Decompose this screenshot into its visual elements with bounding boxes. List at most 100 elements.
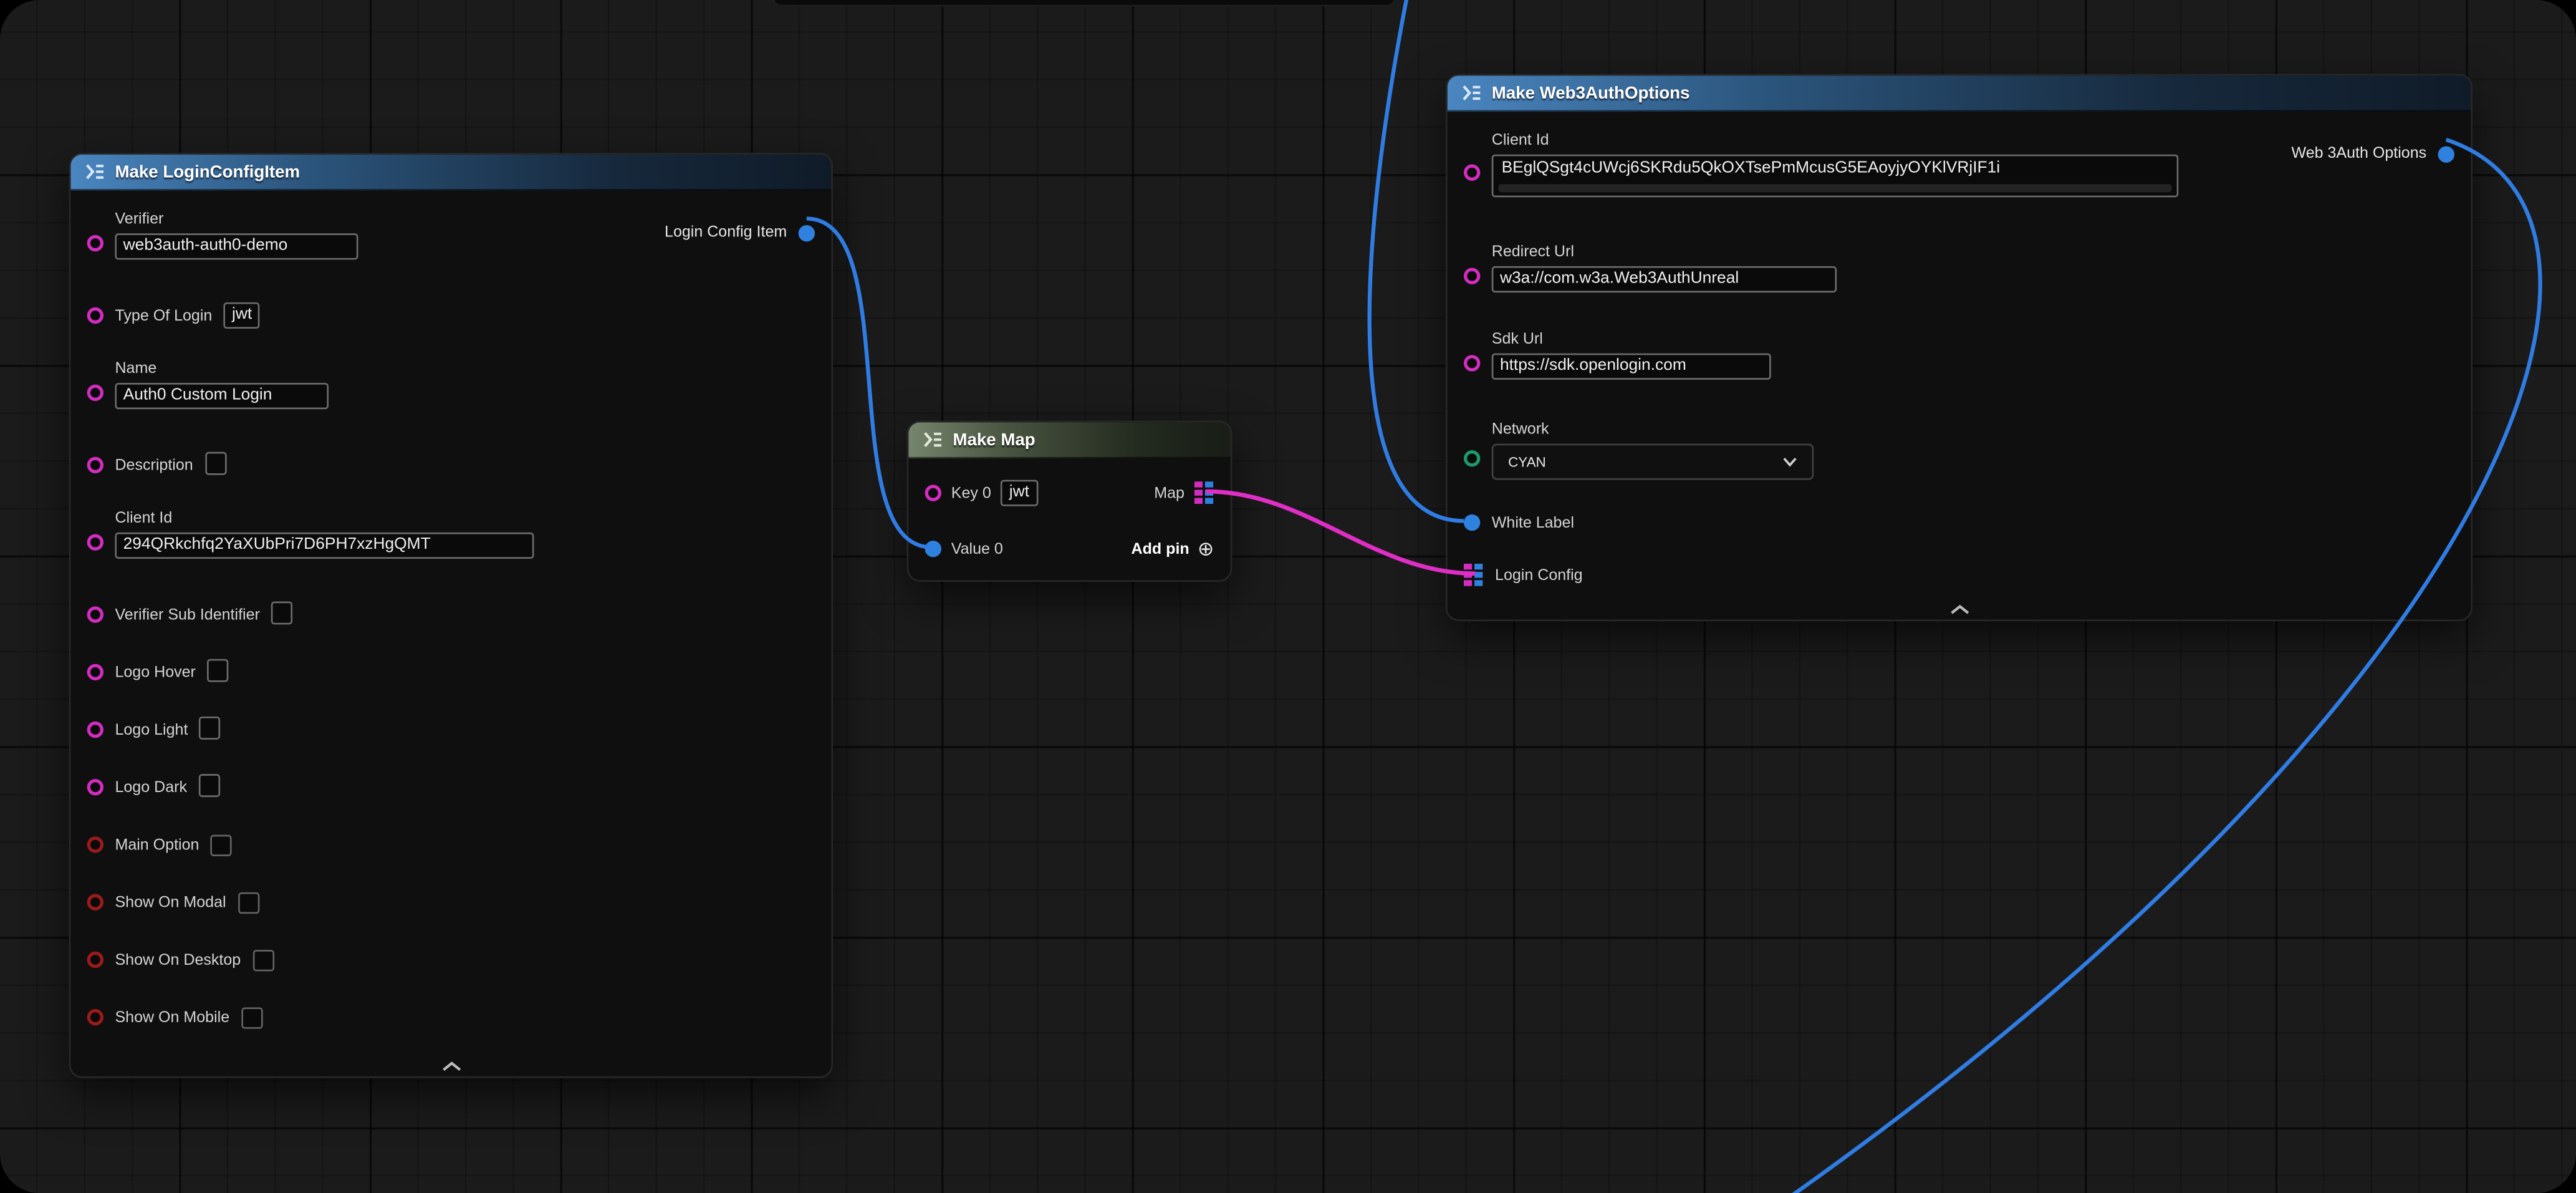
logo-hover-input[interactable] bbox=[207, 659, 228, 682]
function-node-icon bbox=[85, 163, 105, 181]
pin-logo-dark[interactable] bbox=[87, 779, 103, 795]
field-label: Client Id bbox=[1492, 132, 2179, 150]
node-title: Make Web3AuthOptions bbox=[1492, 83, 1690, 103]
pin-row-main-option: Main Option bbox=[87, 831, 812, 857]
pin-row-sdk-url: Sdk Url https://sdk.openlogin.com bbox=[1464, 331, 2451, 380]
pin-row-key0-map: Key 0 jwt Map bbox=[925, 478, 1214, 508]
field-label: Client Id bbox=[115, 510, 534, 528]
pin-login-config-item-output[interactable] bbox=[799, 225, 815, 241]
verifier-sub-identifier-input[interactable] bbox=[271, 601, 292, 624]
chevron-down-icon bbox=[1782, 457, 1797, 467]
pin-show-on-modal[interactable] bbox=[87, 894, 103, 910]
node-title: Make LoginConfigItem bbox=[115, 162, 300, 182]
pin-row-show-on-modal: Show On Modal bbox=[87, 889, 812, 915]
pin-row-logo-hover: Logo Hover bbox=[87, 659, 812, 685]
offscreen-node-edge[interactable] bbox=[772, 0, 1396, 7]
client-id-input[interactable]: BEglQSgt4cUWcj6SKRdu5QkOXTsePmMcusG5EAoy… bbox=[1492, 155, 2179, 198]
field-label: Show On Mobile bbox=[115, 1008, 229, 1026]
description-input[interactable] bbox=[204, 452, 226, 475]
logo-dark-input[interactable] bbox=[198, 774, 219, 797]
pin-web3auth-options-output[interactable] bbox=[2438, 145, 2454, 162]
pin-description[interactable] bbox=[87, 457, 103, 473]
node-make-map[interactable]: Make Map Key 0 jwt Map bbox=[907, 421, 1233, 582]
pin-row-logo-dark: Logo Dark bbox=[87, 774, 812, 800]
field-label: Value 0 bbox=[951, 540, 1003, 558]
pin-row-login-config: Login Config bbox=[1464, 562, 2451, 588]
pin-main-option[interactable] bbox=[87, 836, 103, 852]
chevron-up-icon bbox=[1949, 605, 1969, 615]
pin-row-white-label: White Label bbox=[1464, 510, 2451, 536]
node-title-bar[interactable]: Make Map bbox=[908, 422, 1230, 458]
show-on-modal-checkbox[interactable] bbox=[238, 892, 259, 913]
pin-network[interactable] bbox=[1464, 450, 1480, 466]
node-title: Make Map bbox=[953, 430, 1035, 450]
pin-row-logo-light: Logo Light bbox=[87, 717, 812, 743]
pin-white-label[interactable] bbox=[1464, 514, 1480, 531]
add-pin-plus-icon: ⊕ bbox=[1198, 541, 1214, 557]
pin-row-client-id: Client Id BEglQSgt4cUWcj6SKRdu5QkOXTsePm… bbox=[1464, 132, 2451, 197]
pin-show-on-mobile[interactable] bbox=[87, 1009, 103, 1025]
pin-client-id[interactable] bbox=[87, 534, 103, 550]
pin-row-type-of-login: Type Of Login jwt bbox=[87, 302, 812, 329]
redirect-url-input[interactable]: w3a://com.w3a.Web3AuthUnreal bbox=[1492, 266, 1837, 292]
client-id-text: BEglQSgt4cUWcj6SKRdu5QkOXTsePmMcusG5EAoy… bbox=[1502, 160, 2001, 178]
node-make-web3authoptions[interactable]: Make Web3AuthOptions Web 3Auth Options C… bbox=[1446, 74, 2473, 622]
pin-row-name: Name Auth0 Custom Login bbox=[87, 360, 812, 409]
output-row-web3auth-options: Web 3Auth Options bbox=[2292, 145, 2454, 163]
sdk-url-input[interactable]: https://sdk.openlogin.com bbox=[1492, 354, 1771, 380]
field-label: Name bbox=[115, 360, 329, 378]
name-input[interactable]: Auth0 Custom Login bbox=[115, 383, 329, 409]
pin-logo-hover[interactable] bbox=[87, 664, 103, 680]
key0-input[interactable]: jwt bbox=[1001, 480, 1038, 506]
node-make-loginconfigitem[interactable]: Make LoginConfigItem Login Config Item V… bbox=[69, 153, 833, 1078]
logo-light-input[interactable] bbox=[199, 717, 221, 740]
add-pin-button[interactable]: Add pin ⊕ bbox=[1132, 540, 1214, 558]
show-on-desktop-checkbox[interactable] bbox=[252, 949, 274, 970]
type-of-login-input[interactable]: jwt bbox=[224, 302, 261, 329]
pin-logo-light[interactable] bbox=[87, 722, 103, 738]
field-label: White Label bbox=[1492, 514, 1574, 532]
field-label: Verifier Sub Identifier bbox=[115, 606, 259, 624]
pin-name[interactable] bbox=[87, 385, 103, 401]
field-label: Redirect Url bbox=[1492, 243, 1837, 261]
wire-map-to-login-config[interactable] bbox=[1206, 491, 1475, 574]
pin-row-network: Network CYAN bbox=[1464, 421, 2451, 480]
output-pin-label: Web 3Auth Options bbox=[2292, 145, 2427, 163]
function-node-icon bbox=[1462, 84, 1482, 102]
node-title-bar[interactable]: Make LoginConfigItem bbox=[70, 155, 831, 191]
field-label: Description bbox=[115, 456, 193, 474]
collapse-node-button[interactable] bbox=[1949, 605, 1969, 615]
verifier-input[interactable]: web3auth-auth0-demo bbox=[115, 233, 358, 259]
graph-canvas[interactable]: Make LoginConfigItem Login Config Item V… bbox=[0, 0, 2576, 1193]
pin-type-of-login[interactable] bbox=[87, 307, 103, 324]
pin-verifier[interactable] bbox=[87, 235, 103, 251]
pin-row-verifier-sub-identifier: Verifier Sub Identifier bbox=[87, 601, 812, 627]
pin-client-id[interactable] bbox=[1464, 165, 1480, 181]
output-row-login-config-item: Login Config Item bbox=[665, 223, 815, 241]
pin-row-show-on-desktop: Show On Desktop bbox=[87, 947, 812, 973]
node-title-bar[interactable]: Make Web3AuthOptions bbox=[1448, 75, 2471, 112]
output-pin-label: Login Config Item bbox=[665, 223, 787, 241]
network-dropdown[interactable]: CYAN bbox=[1492, 444, 1814, 480]
pin-redirect-url[interactable] bbox=[1464, 268, 1480, 284]
field-label: Login Config bbox=[1495, 566, 1583, 584]
field-label: Show On Desktop bbox=[115, 950, 241, 968]
show-on-mobile-checkbox[interactable] bbox=[241, 1007, 262, 1028]
field-label: Logo Hover bbox=[115, 663, 195, 681]
pin-sdk-url[interactable] bbox=[1464, 355, 1480, 371]
client-id-input[interactable]: 294QRkchfq2YaXUbPri7D6PH7xzHgQMT bbox=[115, 533, 534, 559]
field-label: Verifier bbox=[115, 210, 358, 228]
collapse-node-button[interactable] bbox=[441, 1061, 461, 1071]
add-pin-label: Add pin bbox=[1132, 540, 1189, 558]
input-scrollbar[interactable] bbox=[1498, 184, 2171, 191]
field-label: Show On Modal bbox=[115, 893, 226, 911]
pin-verifier-sub-identifier[interactable] bbox=[87, 606, 103, 622]
main-option-checkbox[interactable] bbox=[211, 834, 232, 855]
pin-row-redirect-url: Redirect Url w3a://com.w3a.Web3AuthUnrea… bbox=[1464, 243, 2451, 292]
pin-key0[interactable] bbox=[925, 485, 941, 501]
pin-show-on-desktop[interactable] bbox=[87, 952, 103, 968]
field-label: Sdk Url bbox=[1492, 331, 1771, 349]
field-label: Main Option bbox=[115, 836, 199, 854]
pin-row-show-on-mobile: Show On Mobile bbox=[87, 1004, 812, 1030]
blueprint-editor: Make LoginConfigItem Login Config Item V… bbox=[0, 0, 2576, 1193]
